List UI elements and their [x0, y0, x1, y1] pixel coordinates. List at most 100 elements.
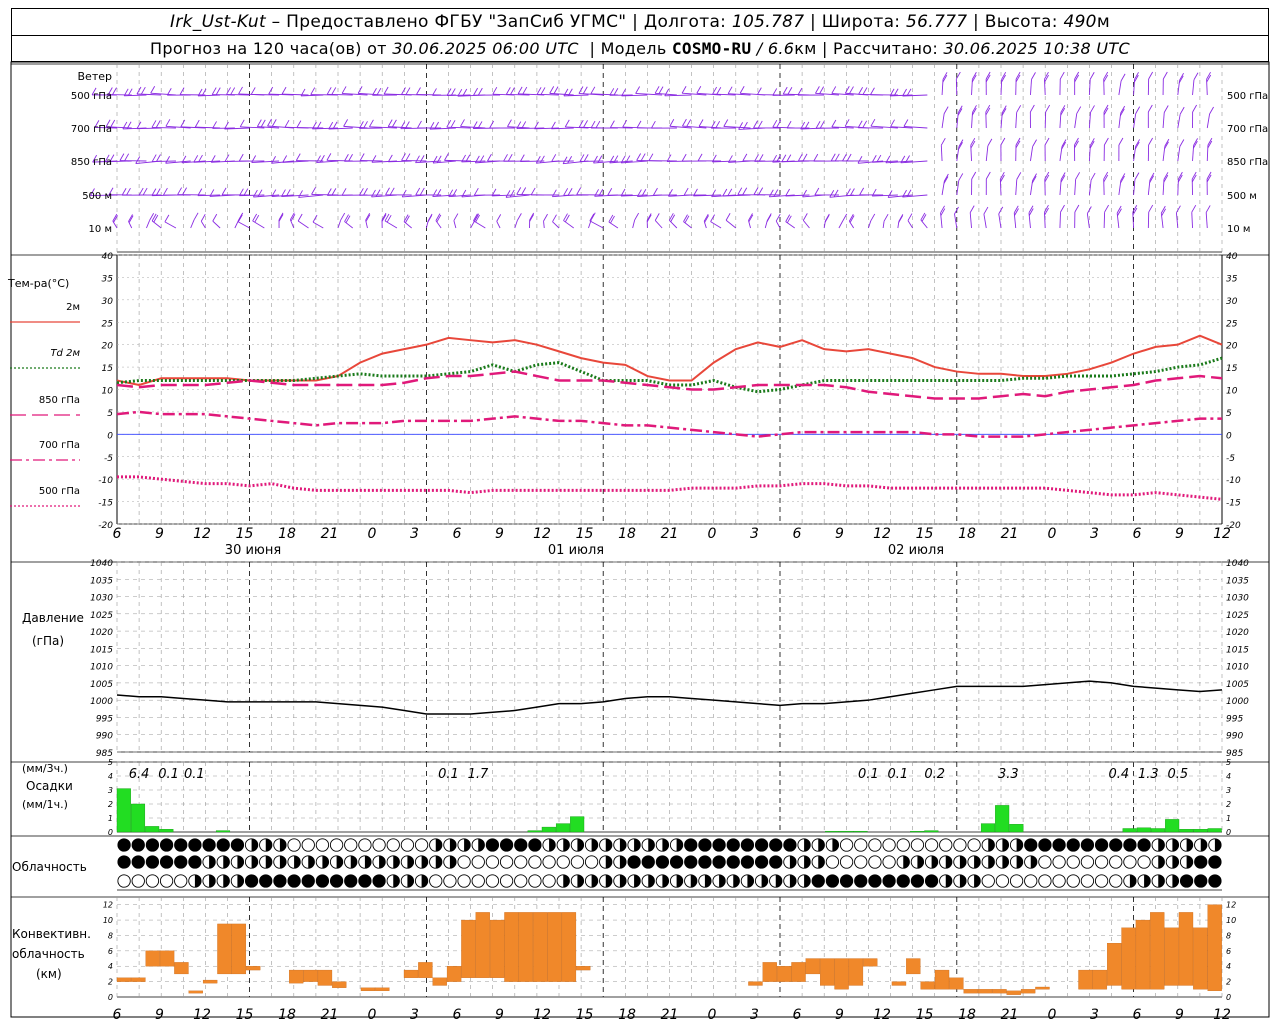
- wind-barb-feather: [444, 153, 449, 161]
- temp-ytick-left: -15: [98, 499, 113, 509]
- cloud-half: [223, 874, 230, 888]
- cloud-circle: [514, 838, 528, 852]
- cloud-symbol: [924, 874, 939, 888]
- wind-barb-feather: [1016, 172, 1022, 180]
- cloud-symbol: [1024, 874, 1038, 888]
- conv-bar: [1135, 919, 1151, 990]
- cloud-symbol: [499, 874, 514, 888]
- wind-barb-feather: [507, 154, 513, 162]
- day-label: 02 июля: [888, 543, 944, 558]
- conv-bar: [174, 962, 189, 975]
- cloud-half: [1172, 855, 1179, 869]
- conv-bar: [891, 981, 907, 986]
- cloud-circle: [839, 838, 854, 852]
- cloud-half: [903, 855, 910, 869]
- wind-barb: [956, 173, 964, 196]
- wind-barb-staff: [1074, 179, 1077, 196]
- conv-bar: [518, 912, 534, 982]
- cloud-half: [591, 874, 598, 888]
- wind-barb-feather: [1148, 71, 1154, 80]
- wind-panel: [90, 71, 1214, 229]
- wind-barb: [289, 212, 296, 229]
- cloud-circle: [174, 838, 188, 852]
- cloud-symbol: [868, 855, 882, 869]
- cloud-half: [1144, 874, 1151, 888]
- cloud-circle: [1137, 855, 1151, 869]
- cloud-circle: [811, 874, 825, 888]
- cloud-half: [1172, 838, 1179, 852]
- wind-barb-feather: [958, 173, 964, 181]
- wind-barb-feather: [326, 87, 332, 95]
- wind-barb-feather: [1000, 137, 1006, 146]
- wind-barb-feather: [226, 87, 231, 95]
- wind-barb: [365, 212, 371, 229]
- cloud-symbol: [1151, 838, 1165, 852]
- cloud-symbol: [584, 874, 599, 888]
- wind-barb-feather: [405, 153, 411, 161]
- hour-tick-temp: 12: [533, 526, 551, 542]
- wind-barb-feather: [859, 187, 865, 196]
- wind-barb-feather: [870, 213, 876, 222]
- wind-barb-feather: [636, 120, 642, 129]
- wind-barb-feather: [1163, 105, 1169, 113]
- cloud-circle: [1208, 855, 1222, 869]
- cloud-circle: [1024, 838, 1038, 852]
- cloud-symbol: [386, 874, 400, 888]
- wind-barb-feather: [785, 214, 791, 222]
- wind-level-label-right: 700 гПа: [1227, 124, 1268, 135]
- wind-barb-feather: [1134, 172, 1140, 180]
- wind-barb-feather: [576, 187, 582, 195]
- wind-barb-feather: [1044, 137, 1050, 146]
- cloud-symbol: [287, 838, 301, 852]
- wind-barb-feather: [310, 87, 316, 95]
- conv-bar: [834, 958, 849, 990]
- wind-barb-feather: [474, 155, 480, 164]
- wind-barb-feather: [850, 188, 855, 196]
- wind-barb-feather: [829, 190, 835, 198]
- wind-level-label-right: 850 гПа: [1227, 157, 1268, 168]
- wind-barb-feather: [507, 119, 512, 127]
- cloud-circle: [1024, 874, 1038, 888]
- precip-total: 0.1: [158, 767, 179, 782]
- cloud-symbol: [783, 874, 797, 888]
- cloud-symbol: [1179, 838, 1194, 852]
- wind-barb-feather: [682, 118, 687, 127]
- wind-barb: [842, 153, 869, 162]
- hour-tick-temp: 6: [793, 526, 802, 542]
- cloud-symbol: [457, 855, 471, 869]
- cloud-circle: [344, 838, 358, 852]
- wind-barb: [212, 213, 221, 229]
- wind-barb-feather: [211, 87, 217, 95]
- precip-ytick-right: 0: [1226, 828, 1231, 837]
- pressure-ytick-right: 1015: [1226, 645, 1249, 655]
- wind-barb-feather: [725, 213, 731, 221]
- wind-barb-feather: [427, 215, 433, 223]
- wind-barb: [503, 154, 530, 162]
- cloud-symbol: [1109, 874, 1123, 888]
- cloud-circle: [839, 874, 854, 888]
- wind-barb-feather: [608, 214, 614, 223]
- pressure-ytick-right: 1000: [1226, 697, 1249, 707]
- wind-barb-feather: [359, 153, 365, 161]
- hour-tick-temp: 3: [750, 526, 759, 542]
- cloud-half: [251, 838, 258, 852]
- wind-barb: [1191, 204, 1197, 229]
- wind-barb: [1088, 72, 1095, 96]
- cloud-circle: [542, 855, 556, 869]
- wind-barb: [268, 86, 294, 96]
- cloud-half: [294, 855, 301, 869]
- wind-barb-feather: [312, 214, 318, 223]
- wind-barb-feather: [654, 213, 660, 221]
- precip-total: 3.3: [998, 767, 1019, 782]
- hour-tick-bottom: 6: [793, 1007, 802, 1023]
- cloud-circle: [1194, 874, 1208, 888]
- cloud-symbol: [358, 874, 372, 888]
- wind-barb-staff: [514, 220, 518, 229]
- cloud-symbol: [839, 838, 854, 852]
- cloud-circle: [131, 874, 145, 888]
- wind-barb-staff: [998, 213, 1002, 229]
- wind-barb: [1000, 105, 1007, 129]
- cloud-symbol: [839, 855, 854, 869]
- wind-barb-feather: [138, 187, 144, 196]
- wind-barb-feather: [819, 86, 825, 94]
